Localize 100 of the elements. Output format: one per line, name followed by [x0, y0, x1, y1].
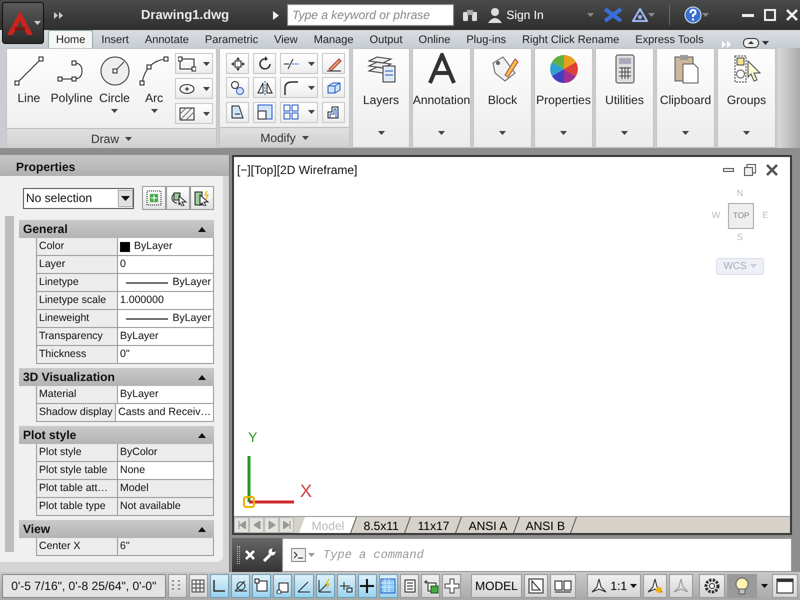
- layout-tab[interactable]: ANSI B: [513, 517, 578, 533]
- ribbon-tab[interactable]: Annotate: [136, 30, 197, 48]
- select-objects-button[interactable]: [166, 186, 190, 210]
- group-panel-button[interactable]: Groups: [718, 49, 775, 147]
- status-toggle-button[interactable]: [442, 574, 462, 598]
- stretch-tool-button[interactable]: [226, 102, 249, 123]
- clipboard-panel-button[interactable]: Clipboard: [657, 49, 714, 147]
- selection-dropdown[interactable]: No selection: [23, 188, 134, 208]
- panel-title-button[interactable]: Modify: [220, 127, 349, 147]
- ribbon-tab[interactable]: Insert: [93, 30, 137, 48]
- ribbon-tab[interactable]: Output: [362, 30, 411, 48]
- ellipse-split-button[interactable]: [175, 78, 214, 99]
- layout-tab[interactable]: ANSI A: [456, 517, 520, 533]
- status-toggle-button[interactable]: [400, 574, 420, 598]
- status-toggle-button[interactable]: [421, 574, 440, 598]
- model-space-button[interactable]: MODEL: [471, 574, 522, 598]
- property-value[interactable]: Casts and Receiv…: [116, 404, 214, 422]
- maximize-button[interactable]: [762, 9, 778, 21]
- collapse-button[interactable]: [196, 526, 208, 532]
- command-close-button[interactable]: [242, 550, 256, 560]
- application-menu-button[interactable]: [2, 2, 44, 44]
- property-value[interactable]: ByLayer: [118, 274, 214, 292]
- quick-view-layouts-button[interactable]: [524, 574, 548, 598]
- line-tool-button[interactable]: Line: [10, 53, 48, 106]
- panel-title-button[interactable]: Draw: [7, 128, 216, 148]
- clean-screen-button[interactable]: [772, 574, 798, 598]
- status-toggle-button[interactable]: [358, 574, 377, 598]
- hatch-split-button[interactable]: [175, 103, 214, 124]
- toggle-pickadd-button[interactable]: [142, 186, 166, 210]
- ribbon-minimize-button[interactable]: [740, 38, 771, 48]
- ribbon-tab[interactable]: Express Tools: [627, 30, 712, 48]
- viewport-controls-label[interactable]: [−][Top][2D Wireframe]: [237, 161, 358, 179]
- offset-tool-button[interactable]: [322, 102, 345, 123]
- status-toggle-button[interactable]: [188, 574, 208, 598]
- arc-tool-button[interactable]: Arc: [135, 53, 174, 115]
- fillet-split-button[interactable]: [280, 77, 318, 98]
- isolate-objects-button[interactable]: [727, 574, 758, 598]
- polyline-tool-button[interactable]: Polyline: [50, 53, 94, 106]
- collapse-button[interactable]: [196, 374, 208, 380]
- circle-tool-button[interactable]: Circle: [96, 53, 134, 115]
- collapse-button[interactable]: [196, 226, 208, 232]
- ribbon-tab[interactable]: Plug-ins: [458, 30, 514, 48]
- ribbon-tab[interactable]: Manage: [306, 30, 362, 48]
- ribbon-tab[interactable]: Parametric: [196, 30, 266, 48]
- property-value[interactable]: ByLayer: [118, 328, 214, 346]
- quick-view-drawings-button[interactable]: [550, 574, 576, 598]
- property-value[interactable]: ByLayer: [118, 386, 214, 404]
- status-menu-button[interactable]: [759, 584, 770, 588]
- calculator-panel-button[interactable]: Utilities: [596, 49, 653, 147]
- property-value[interactable]: 0: [118, 256, 214, 274]
- viewport-restore-button[interactable]: [742, 164, 758, 176]
- exchange-button[interactable]: [602, 8, 624, 22]
- layout-tab[interactable]: 11x17: [404, 517, 462, 533]
- scale-tool-button[interactable]: [253, 102, 276, 123]
- cube-tool-button[interactable]: [322, 77, 345, 98]
- connect-button[interactable]: [630, 8, 658, 22]
- drawing-area[interactable]: [−][Top][2D Wireframe] N W TOP E S WCS Y X Model 8.5x11 11x17 ANSI A ANSI B: [232, 155, 792, 535]
- property-value[interactable]: 0": [118, 346, 214, 364]
- status-toggle-button[interactable]: [168, 574, 187, 598]
- status-toggle-button[interactable]: [210, 574, 230, 598]
- ribbon-tab[interactable]: Online: [410, 30, 458, 48]
- quick-access-expand-button[interactable]: [52, 12, 65, 18]
- annotation-visibility-button[interactable]: [643, 574, 668, 598]
- sign-in-button[interactable]: Sign In: [486, 6, 546, 24]
- close-button[interactable]: [784, 9, 800, 21]
- viewport-close-button[interactable]: [764, 164, 780, 176]
- minimize-button[interactable]: [740, 14, 756, 16]
- status-toggle-button[interactable]: [316, 574, 335, 598]
- status-toggle-button[interactable]: [231, 574, 250, 598]
- sign-in-menu-button[interactable]: [585, 13, 596, 17]
- mirror-tool-button[interactable]: [253, 77, 276, 98]
- collapse-button[interactable]: [196, 432, 208, 438]
- command-field[interactable]: Type a command: [282, 538, 792, 572]
- layout-tab[interactable]: 8.5x11: [350, 517, 411, 533]
- pencil-tool-button[interactable]: [322, 53, 345, 74]
- property-value[interactable]: 1.000000: [118, 292, 214, 310]
- workspace-button[interactable]: [699, 574, 726, 598]
- status-toggle-button[interactable]: [252, 574, 272, 598]
- recent-commands-button[interactable]: [289, 548, 317, 562]
- property-value[interactable]: None: [118, 462, 214, 480]
- trim-split-button[interactable]: [280, 53, 318, 74]
- array-split-button[interactable]: [280, 102, 318, 123]
- search-field[interactable]: Type a keyword or phrase: [287, 4, 454, 26]
- ribbon-tab[interactable]: Home: [48, 30, 94, 48]
- text-panel-button[interactable]: Annotation: [413, 49, 470, 147]
- ribbon-tab[interactable]: View: [266, 30, 306, 48]
- status-toggle-button[interactable]: [294, 574, 314, 598]
- property-value[interactable]: ByLayer: [118, 238, 214, 256]
- rectangle-split-button[interactable]: [175, 53, 214, 74]
- status-toggle-button[interactable]: [336, 574, 356, 598]
- status-toggle-button[interactable]: [273, 574, 292, 598]
- move-tool-button[interactable]: [226, 53, 249, 74]
- property-value[interactable]: ByLayer: [118, 310, 214, 328]
- palette-scrollbar[interactable]: [5, 216, 14, 552]
- layers-panel-button[interactable]: Layers: [353, 49, 409, 147]
- coordinates-display[interactable]: 0'-5 7/16", 0'-8 25/64", 0'-0": [2, 574, 166, 598]
- copy-tool-button[interactable]: [226, 77, 249, 98]
- tag-panel-button[interactable]: Block: [474, 49, 531, 147]
- help-button[interactable]: [682, 6, 712, 24]
- color-wheel-panel-button[interactable]: Properties: [535, 49, 592, 147]
